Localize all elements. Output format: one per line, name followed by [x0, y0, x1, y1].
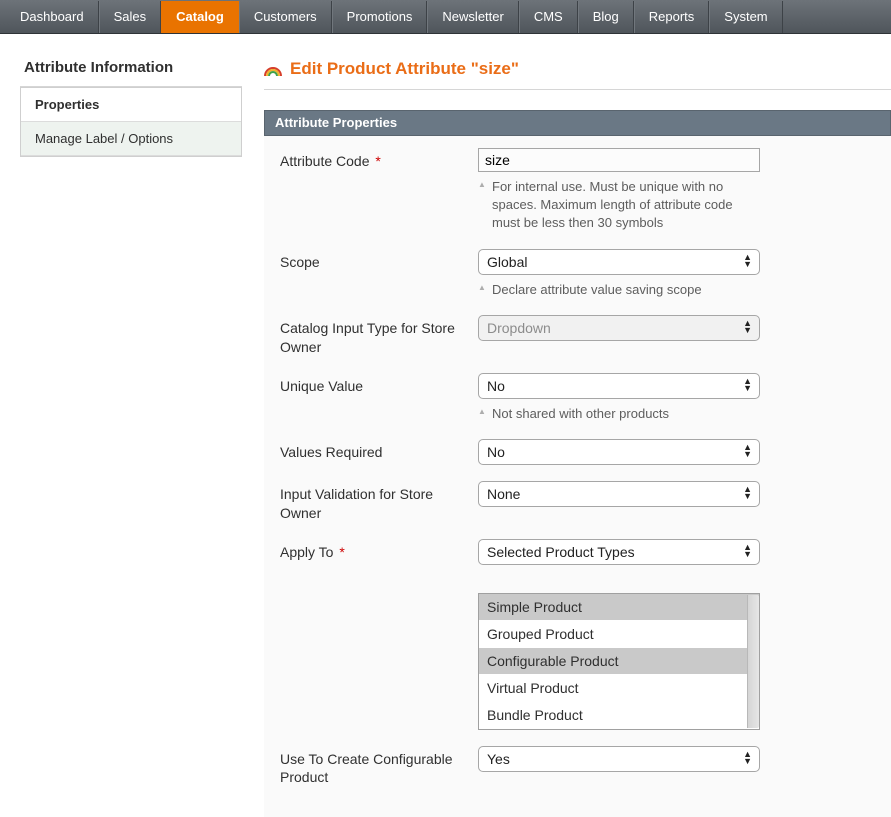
input-validation-select[interactable]: None ▲▼: [478, 481, 760, 507]
field-values-required: No ▲▼: [478, 439, 768, 465]
nav-dashboard[interactable]: Dashboard: [6, 1, 99, 33]
field-use-to-create-configurable: Yes ▲▼: [478, 746, 768, 772]
label-unique-value: Unique Value: [280, 373, 478, 396]
nav-catalog[interactable]: Catalog: [161, 1, 239, 33]
section-heading: Attribute Properties: [264, 110, 891, 136]
label-use-to-create-configurable: Use To Create Configurable Product: [280, 746, 478, 788]
apply-to-select[interactable]: Selected Product Types ▲▼: [478, 539, 760, 565]
row-values-required: Values Required No ▲▼: [280, 439, 875, 465]
apply-to-multiselect[interactable]: Simple ProductGrouped ProductConfigurabl…: [478, 593, 760, 730]
field-catalog-input-type: Dropdown ▲▼: [478, 315, 768, 341]
nav-reports[interactable]: Reports: [634, 1, 710, 33]
use-to-create-configurable-select[interactable]: Yes ▲▼: [478, 746, 760, 772]
hint-unique-value: Not shared with other products: [478, 399, 748, 423]
hint-attribute-code: For internal use. Must be unique with no…: [478, 172, 748, 233]
label-scope: Scope: [280, 249, 478, 272]
apply-to-option[interactable]: Simple Product: [479, 594, 759, 621]
main-wrap: Attribute Information Properties Manage …: [0, 34, 891, 817]
sidebar-tab-properties[interactable]: Properties: [21, 87, 241, 122]
row-apply-to: Apply To * Selected Product Types ▲▼ Sim…: [280, 539, 875, 730]
values-required-select[interactable]: No ▲▼: [478, 439, 760, 465]
label-attribute-code: Attribute Code *: [280, 148, 478, 171]
field-scope: Global ▲▼ Declare attribute value saving…: [478, 249, 768, 299]
row-unique-value: Unique Value No ▲▼ Not shared with other…: [280, 373, 875, 423]
row-input-validation: Input Validation for Store Owner None ▲▼: [280, 481, 875, 523]
field-input-validation: None ▲▼: [478, 481, 768, 507]
row-catalog-input-type: Catalog Input Type for Store Owner Dropd…: [280, 315, 875, 357]
apply-to-option[interactable]: Virtual Product: [479, 675, 759, 702]
label-catalog-input-type: Catalog Input Type for Store Owner: [280, 315, 478, 357]
catalog-input-type-select[interactable]: Dropdown ▲▼: [478, 315, 760, 341]
apply-to-option[interactable]: Grouped Product: [479, 621, 759, 648]
apply-to-option[interactable]: Bundle Product: [479, 702, 759, 729]
label-values-required: Values Required: [280, 439, 478, 462]
nav-newsletter[interactable]: Newsletter: [427, 1, 518, 33]
top-nav: DashboardSalesCatalogCustomersPromotions…: [0, 0, 891, 34]
sidebar-title: Attribute Information: [20, 59, 242, 87]
hint-scope: Declare attribute value saving scope: [478, 275, 748, 299]
sidebar-tab-manage-label[interactable]: Manage Label / Options: [21, 122, 241, 156]
row-attribute-code: Attribute Code * For internal use. Must …: [280, 148, 875, 233]
sidebar-tabs: Properties Manage Label / Options: [20, 87, 242, 157]
required-indicator: *: [370, 153, 381, 169]
nav-cms[interactable]: CMS: [519, 1, 578, 33]
rainbow-icon: [264, 62, 282, 77]
attribute-code-input[interactable]: [478, 148, 760, 172]
nav-system[interactable]: System: [709, 1, 782, 33]
scope-select[interactable]: Global ▲▼: [478, 249, 760, 275]
nav-sales[interactable]: Sales: [99, 1, 162, 33]
field-apply-to: Selected Product Types ▲▼ Simple Product…: [478, 539, 768, 730]
content-area: Edit Product Attribute "size" Attribute …: [264, 59, 891, 817]
page-head: Edit Product Attribute "size": [264, 59, 891, 90]
field-unique-value: No ▲▼ Not shared with other products: [478, 373, 768, 423]
field-attribute-code: For internal use. Must be unique with no…: [478, 148, 768, 233]
scrollbar[interactable]: [747, 595, 759, 728]
label-apply-to: Apply To *: [280, 539, 478, 562]
label-input-validation: Input Validation for Store Owner: [280, 481, 478, 523]
required-indicator: *: [333, 544, 344, 560]
row-scope: Scope Global ▲▼ Declare attribute value …: [280, 249, 875, 299]
form-area: Attribute Code * For internal use. Must …: [264, 136, 891, 817]
apply-to-option[interactable]: Configurable Product: [479, 648, 759, 675]
unique-value-select[interactable]: No ▲▼: [478, 373, 760, 399]
nav-blog[interactable]: Blog: [578, 1, 634, 33]
sidebar: Attribute Information Properties Manage …: [20, 59, 242, 817]
page-title: Edit Product Attribute "size": [290, 59, 519, 79]
nav-customers[interactable]: Customers: [239, 1, 332, 33]
nav-promotions[interactable]: Promotions: [332, 1, 428, 33]
row-use-to-create-configurable: Use To Create Configurable Product Yes ▲…: [280, 746, 875, 788]
